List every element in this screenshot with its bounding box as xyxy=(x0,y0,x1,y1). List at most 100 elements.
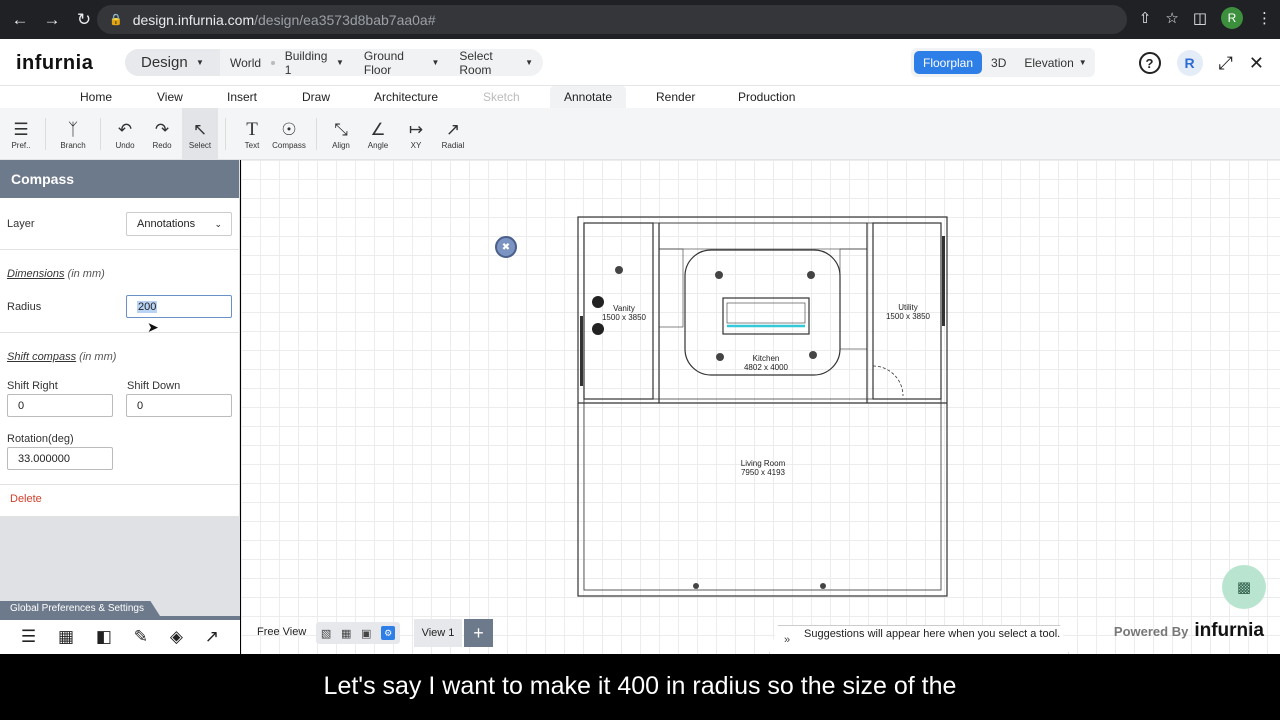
url-path: /design/ea3573d8bab7aa0a# xyxy=(254,11,436,28)
layers-icon[interactable]: ◈ xyxy=(170,627,183,647)
canvas-footer: Free View ▧ ▦ ▣ ⚙ View 1 + » Suggestions… xyxy=(241,617,1280,654)
view-1-tab[interactable]: View 1 xyxy=(414,619,462,647)
back-icon[interactable]: ← xyxy=(6,6,34,34)
elevation-dropdown[interactable]: Elevation ▼ xyxy=(1015,51,1095,74)
hide-icon[interactable]: ▧ xyxy=(321,627,331,640)
video-subtitle: Let's say I want to make it 400 in radiu… xyxy=(0,654,1280,720)
redo-button[interactable]: ↷ Redo xyxy=(145,108,179,160)
material-icon[interactable]: ◧ xyxy=(96,627,112,647)
panel-title: Compass xyxy=(0,160,239,198)
undo-button[interactable]: ↶ Undo xyxy=(108,108,142,160)
design-canvas[interactable]: ✖ Vanity 1500 x 3850 Kitchen 4802 x 4000… xyxy=(241,160,1280,654)
tab-production[interactable]: Production xyxy=(738,90,795,104)
tab-home[interactable]: Home xyxy=(80,90,112,104)
free-view-label: Free View xyxy=(257,626,307,638)
cube-icon[interactable]: ▣ xyxy=(361,627,371,640)
radius-input[interactable]: 200 xyxy=(126,295,232,318)
sliders-icon: ☰ xyxy=(13,119,29,139)
chat-support-button[interactable]: ▩ xyxy=(1222,565,1266,609)
angle-button[interactable]: ∠ Angle xyxy=(363,108,393,160)
3d-view-button[interactable]: 3D xyxy=(982,51,1015,74)
tab-render[interactable]: Render xyxy=(656,90,695,104)
url-host: design.infurnia.com xyxy=(132,11,255,28)
address-bar[interactable]: 🔒 design.infurnia.com/design/ea3573d8bab… xyxy=(97,5,1127,34)
tab-annotate[interactable]: Annotate xyxy=(550,86,627,108)
compass-icon: ☉ xyxy=(281,119,297,139)
floorplan-drawing xyxy=(577,216,948,597)
compass-marker-icon[interactable]: ✖ xyxy=(495,236,517,258)
sidepanel-icon[interactable]: ◫ xyxy=(1193,9,1207,27)
layer-label: Layer xyxy=(7,218,35,230)
compass-button[interactable]: ☉ Compass xyxy=(270,108,308,160)
paint-icon[interactable]: ✎ xyxy=(134,627,148,647)
toolbar-divider xyxy=(100,118,101,150)
branch-icon: ᛉ xyxy=(67,119,79,139)
delete-button[interactable]: Delete xyxy=(10,493,42,505)
fullscreen-icon[interactable]: ⤢ xyxy=(1219,53,1233,74)
browser-toolbar: ← → ↻ 🔒 design.infurnia.com/design/ea357… xyxy=(0,0,1280,39)
infurnia-logo: infurnia xyxy=(1194,620,1264,641)
browser-menu-icon[interactable]: ⋮ xyxy=(1257,9,1272,27)
chevron-down-icon: ▼ xyxy=(336,58,344,67)
floor-dropdown[interactable]: Ground Floor ▼ xyxy=(354,49,449,77)
text-icon: T xyxy=(246,118,258,140)
help-icon[interactable]: ? xyxy=(1138,52,1161,74)
shift-right-input[interactable]: 0 xyxy=(7,394,113,417)
export-icon[interactable]: ↗ xyxy=(205,627,219,647)
layer-select[interactable]: Annotations ⌄ xyxy=(126,212,232,236)
design-dropdown[interactable]: Design ▼ xyxy=(125,49,220,76)
lock-icon: 🔒 xyxy=(109,14,123,26)
redo-icon: ↷ xyxy=(154,119,170,139)
compass-properties-panel: Compass Layer Annotations ⌄ Dimensions (… xyxy=(0,160,240,654)
browser-profile-avatar[interactable]: R xyxy=(1221,7,1243,29)
room-label-kitchen: Kitchen 4802 x 4000 xyxy=(743,354,789,372)
tab-view[interactable]: View xyxy=(157,90,183,104)
bookmark-star-icon[interactable]: ☆ xyxy=(1165,9,1178,27)
rotation-label: Rotation(deg) xyxy=(7,433,74,445)
tab-insert[interactable]: Insert xyxy=(227,90,257,104)
floorplan[interactable]: Vanity 1500 x 3850 Kitchen 4802 x 4000 Uti… xyxy=(577,216,949,598)
hatch-icon[interactable]: ▦ xyxy=(58,627,74,647)
tab-architecture[interactable]: Architecture xyxy=(374,90,438,104)
global-preferences-tab[interactable]: Global Preferences & Settings xyxy=(0,601,160,616)
section-divider xyxy=(0,249,240,250)
double-chevron-icon[interactable]: » xyxy=(784,633,790,648)
tab-sketch[interactable]: Sketch xyxy=(483,90,520,104)
suggestions-box: » Suggestions will appear here when you … xyxy=(769,625,1069,654)
annotate-toolbar: ☰ Pref.. ᛉ Branch ↶ Undo ↷ Redo ↖ Select T Tex… xyxy=(0,108,1280,160)
view-mode-switch: Floorplan 3D Elevation ▼ xyxy=(911,48,1095,77)
undo-icon: ↶ xyxy=(117,119,133,139)
tab-draw[interactable]: Draw xyxy=(302,90,330,104)
sliders-icon[interactable]: ☰ xyxy=(21,627,36,647)
user-avatar[interactable]: R xyxy=(1176,50,1203,76)
share-icon[interactable]: ⇧ xyxy=(1139,9,1152,27)
app-header: infurnia Design ▼ World Building 1 ▼ Grou… xyxy=(0,39,1280,86)
forward-icon[interactable]: → xyxy=(38,6,66,34)
add-view-button[interactable]: + xyxy=(464,619,493,647)
align-icon: ⤡ xyxy=(334,119,348,139)
grid-icon[interactable]: ▦ xyxy=(341,627,351,640)
shift-down-input[interactable]: 0 xyxy=(126,394,232,417)
text-button[interactable]: T Text xyxy=(236,108,268,160)
angle-icon: ∠ xyxy=(370,119,386,139)
view-mode-icons: ▧ ▦ ▣ ⚙ xyxy=(316,622,400,644)
reload-icon[interactable]: ↻ xyxy=(70,6,98,34)
room-dropdown[interactable]: Select Room ▼ xyxy=(449,49,543,77)
floorplan-view-button[interactable]: Floorplan xyxy=(914,51,983,74)
xy-button[interactable]: ↦ XY xyxy=(401,108,431,160)
radial-button[interactable]: ↗ Radial xyxy=(438,108,468,160)
chevron-down-icon: ⌄ xyxy=(214,218,222,229)
chevron-down-icon: ▼ xyxy=(431,58,440,67)
shift-compass-heading: Shift compass (in mm) xyxy=(7,351,117,363)
global-preferences-bar: ☰ ▦ ◧ ✎ ◈ ↗ xyxy=(0,616,240,654)
breadcrumb-world[interactable]: World xyxy=(220,56,271,70)
rotation-input[interactable]: 33.000000 xyxy=(7,447,113,470)
settings-icon[interactable]: ⚙ xyxy=(381,626,396,640)
align-button[interactable]: ⤡ Align xyxy=(326,108,356,160)
select-button[interactable]: ↖ Select xyxy=(182,108,218,160)
close-icon[interactable]: ✕ xyxy=(1249,53,1264,74)
building-dropdown[interactable]: Building 1 ▼ xyxy=(275,49,354,77)
preferences-button[interactable]: ☰ Pref.. xyxy=(4,108,38,160)
branch-button[interactable]: ᛉ Branch xyxy=(54,108,92,160)
toolbar-divider xyxy=(225,118,226,150)
